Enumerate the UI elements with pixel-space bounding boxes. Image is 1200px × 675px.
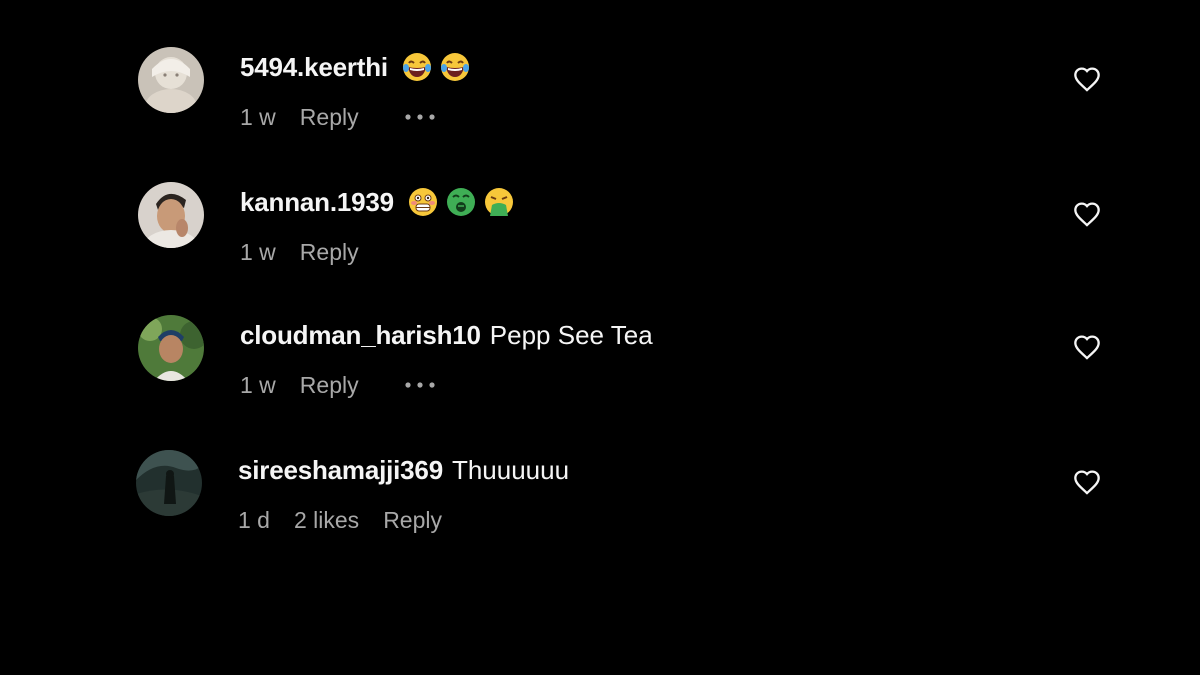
reply-button[interactable]: Reply bbox=[300, 371, 359, 399]
heart-outline-icon[interactable] bbox=[1073, 201, 1101, 227]
comment-item: 5494.keerthi 1 w Reply bbox=[0, 40, 1200, 140]
username[interactable]: cloudman_harish10 bbox=[240, 318, 481, 352]
username[interactable]: kannan.1939 bbox=[240, 185, 394, 219]
avatar[interactable] bbox=[138, 47, 204, 113]
comment-text: Pepp See Tea bbox=[489, 320, 653, 350]
nauseated-face-emoji bbox=[446, 188, 475, 216]
avatar[interactable] bbox=[138, 182, 204, 248]
heart-outline-icon[interactable] bbox=[1073, 469, 1101, 495]
heart-outline-icon[interactable] bbox=[1073, 66, 1101, 92]
username[interactable]: 5494.keerthi bbox=[240, 50, 388, 84]
comment-item: sireeshamajji369 Thuuuuuu 1 d 2 likes Re… bbox=[0, 443, 1200, 543]
comment-timestamp: 1 w bbox=[240, 372, 276, 398]
comment-timestamp: 1 d bbox=[238, 507, 270, 533]
grimacing-flushed-emoji bbox=[408, 188, 437, 216]
avatar[interactable] bbox=[136, 450, 202, 516]
comment-item: kannan.1939 1 w Reply bbox=[0, 175, 1200, 275]
laughing-with-tears-emoji bbox=[440, 53, 469, 81]
comment-timestamp: 1 w bbox=[240, 239, 276, 265]
likes-count[interactable]: 2 likes bbox=[294, 506, 359, 534]
comment-timestamp: 1 w bbox=[240, 104, 276, 130]
comment-item: cloudman_harish10 Pepp See Tea 1 w Reply bbox=[0, 308, 1200, 408]
username[interactable]: sireeshamajji369 bbox=[238, 453, 443, 487]
comment-emojis bbox=[402, 52, 470, 82]
laughing-with-tears-emoji bbox=[402, 53, 431, 81]
reply-button[interactable]: Reply bbox=[300, 238, 359, 266]
ellipsis-icon[interactable] bbox=[403, 380, 437, 390]
reply-button[interactable]: Reply bbox=[300, 103, 359, 131]
ellipsis-icon[interactable] bbox=[403, 112, 437, 122]
comment-text: Thuuuuuu bbox=[451, 455, 570, 485]
reply-button[interactable]: Reply bbox=[383, 506, 442, 534]
heart-outline-icon[interactable] bbox=[1073, 334, 1101, 360]
vomiting-face-emoji bbox=[484, 188, 513, 216]
comment-emojis bbox=[408, 187, 514, 217]
avatar[interactable] bbox=[138, 315, 204, 381]
